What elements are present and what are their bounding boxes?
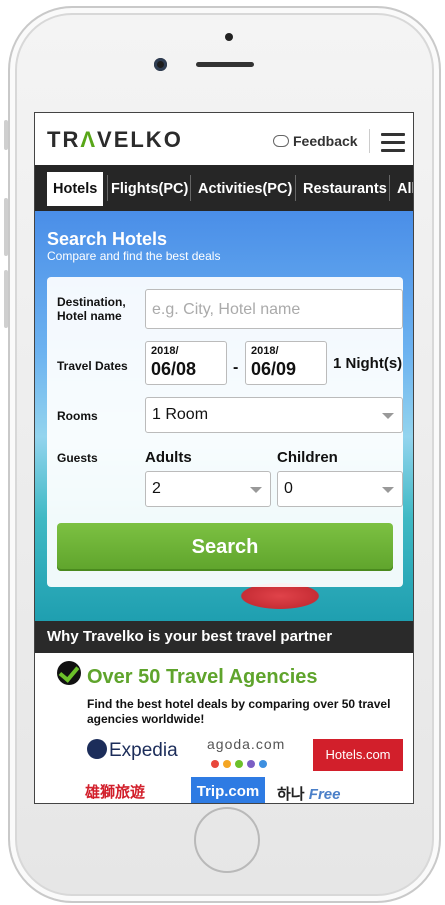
date-separator: - xyxy=(233,359,239,376)
checkout-date: 06/09 xyxy=(251,359,297,379)
screen: TRΛVELKO Feedback Hotels Flights(PC) Act… xyxy=(34,112,414,804)
tab-separator xyxy=(389,175,390,201)
checkmark-icon xyxy=(57,661,81,685)
why-travelko-heading: Why Travelko is your best travel partner xyxy=(35,621,413,653)
destination-label: Destination, Hotel name xyxy=(57,295,126,323)
logo-mark: Λ xyxy=(80,127,98,152)
children-label: Children xyxy=(277,449,338,466)
search-form: Destination, Hotel name e.g. City, Hotel… xyxy=(47,277,403,587)
tab-restaurants[interactable]: Restaurants xyxy=(297,172,393,206)
front-camera xyxy=(154,58,167,71)
expedia-logo: Expedia xyxy=(87,738,178,762)
rooms-select[interactable]: 1 Room xyxy=(145,397,403,433)
checkin-date: 06/08 xyxy=(151,359,197,379)
chevron-down-icon xyxy=(382,487,394,493)
hanafree-logo: 하나 Free xyxy=(277,783,341,803)
rooms-value: 1 Room xyxy=(152,406,209,423)
hana-text: 하나 xyxy=(277,786,305,803)
chevron-down-icon xyxy=(382,413,394,419)
tab-all[interactable]: All J xyxy=(391,172,413,206)
chevron-down-icon xyxy=(250,487,262,493)
adults-select[interactable]: 2 xyxy=(145,471,271,507)
mute-switch xyxy=(4,120,8,150)
tab-separator xyxy=(190,175,191,201)
feedback-label: Feedback xyxy=(293,133,358,149)
expedia-name: Expedia xyxy=(109,740,178,761)
category-tabs: Hotels Flights(PC) Activities(PC) Restau… xyxy=(35,165,413,211)
volume-down-button xyxy=(4,270,8,328)
proximity-sensor xyxy=(225,33,233,41)
children-select[interactable]: 0 xyxy=(277,471,403,507)
destination-input[interactable]: e.g. City, Hotel name xyxy=(145,289,403,329)
logo-text-left: TR xyxy=(47,127,81,152)
tab-hotels[interactable]: Hotels xyxy=(47,172,104,206)
tab-flights[interactable]: Flights(PC) xyxy=(105,172,194,206)
nights-count: 1 Night(s) xyxy=(333,355,403,372)
logo-text-right: VELKO xyxy=(97,127,183,152)
search-title: Search Hotels xyxy=(47,229,168,249)
trip-com-logo: Trip.com xyxy=(191,777,265,803)
checkin-date-field[interactable]: 2018/ 06/08 xyxy=(145,341,227,385)
adults-value: 2 xyxy=(152,480,161,497)
volume-up-button xyxy=(4,198,8,256)
search-button[interactable]: Search xyxy=(57,523,393,571)
agencies-title: Over 50 Travel Agencies xyxy=(87,666,318,688)
checkout-date-field[interactable]: 2018/ 06/09 xyxy=(245,341,327,385)
agoda-logo: agoda.com xyxy=(207,736,286,752)
checkin-year: 2018/ xyxy=(151,345,179,357)
globe-icon xyxy=(87,738,107,759)
hotels-com-logo: Hotels.com xyxy=(313,739,403,771)
tab-activities[interactable]: Activities(PC) xyxy=(192,172,298,206)
travel-dates-label: Travel Dates xyxy=(57,359,128,373)
agencies-description: Find the best hotel deals by comparing o… xyxy=(87,697,391,726)
header-divider xyxy=(369,129,370,153)
search-subtitle: Compare and find the best deals xyxy=(47,249,221,263)
feedback-link[interactable]: Feedback xyxy=(273,133,358,149)
travelko-logo[interactable]: TRΛVELKO xyxy=(47,127,183,153)
speech-bubble-icon xyxy=(273,135,289,148)
rooms-label: Rooms xyxy=(57,409,98,423)
tab-separator xyxy=(295,175,296,201)
home-button[interactable] xyxy=(194,807,260,873)
adults-label: Adults xyxy=(145,449,192,466)
children-value: 0 xyxy=(284,480,293,497)
guests-label: Guests xyxy=(57,451,98,465)
checkout-year: 2018/ xyxy=(251,345,279,357)
liontravel-logo: 雄獅旅遊 xyxy=(85,784,146,801)
agoda-dots-icon xyxy=(211,755,271,773)
hamburger-menu-icon[interactable] xyxy=(381,133,405,152)
earpiece-speaker xyxy=(196,62,254,67)
free-text: Free xyxy=(308,786,341,803)
top-bar: TRΛVELKO Feedback xyxy=(35,113,413,165)
